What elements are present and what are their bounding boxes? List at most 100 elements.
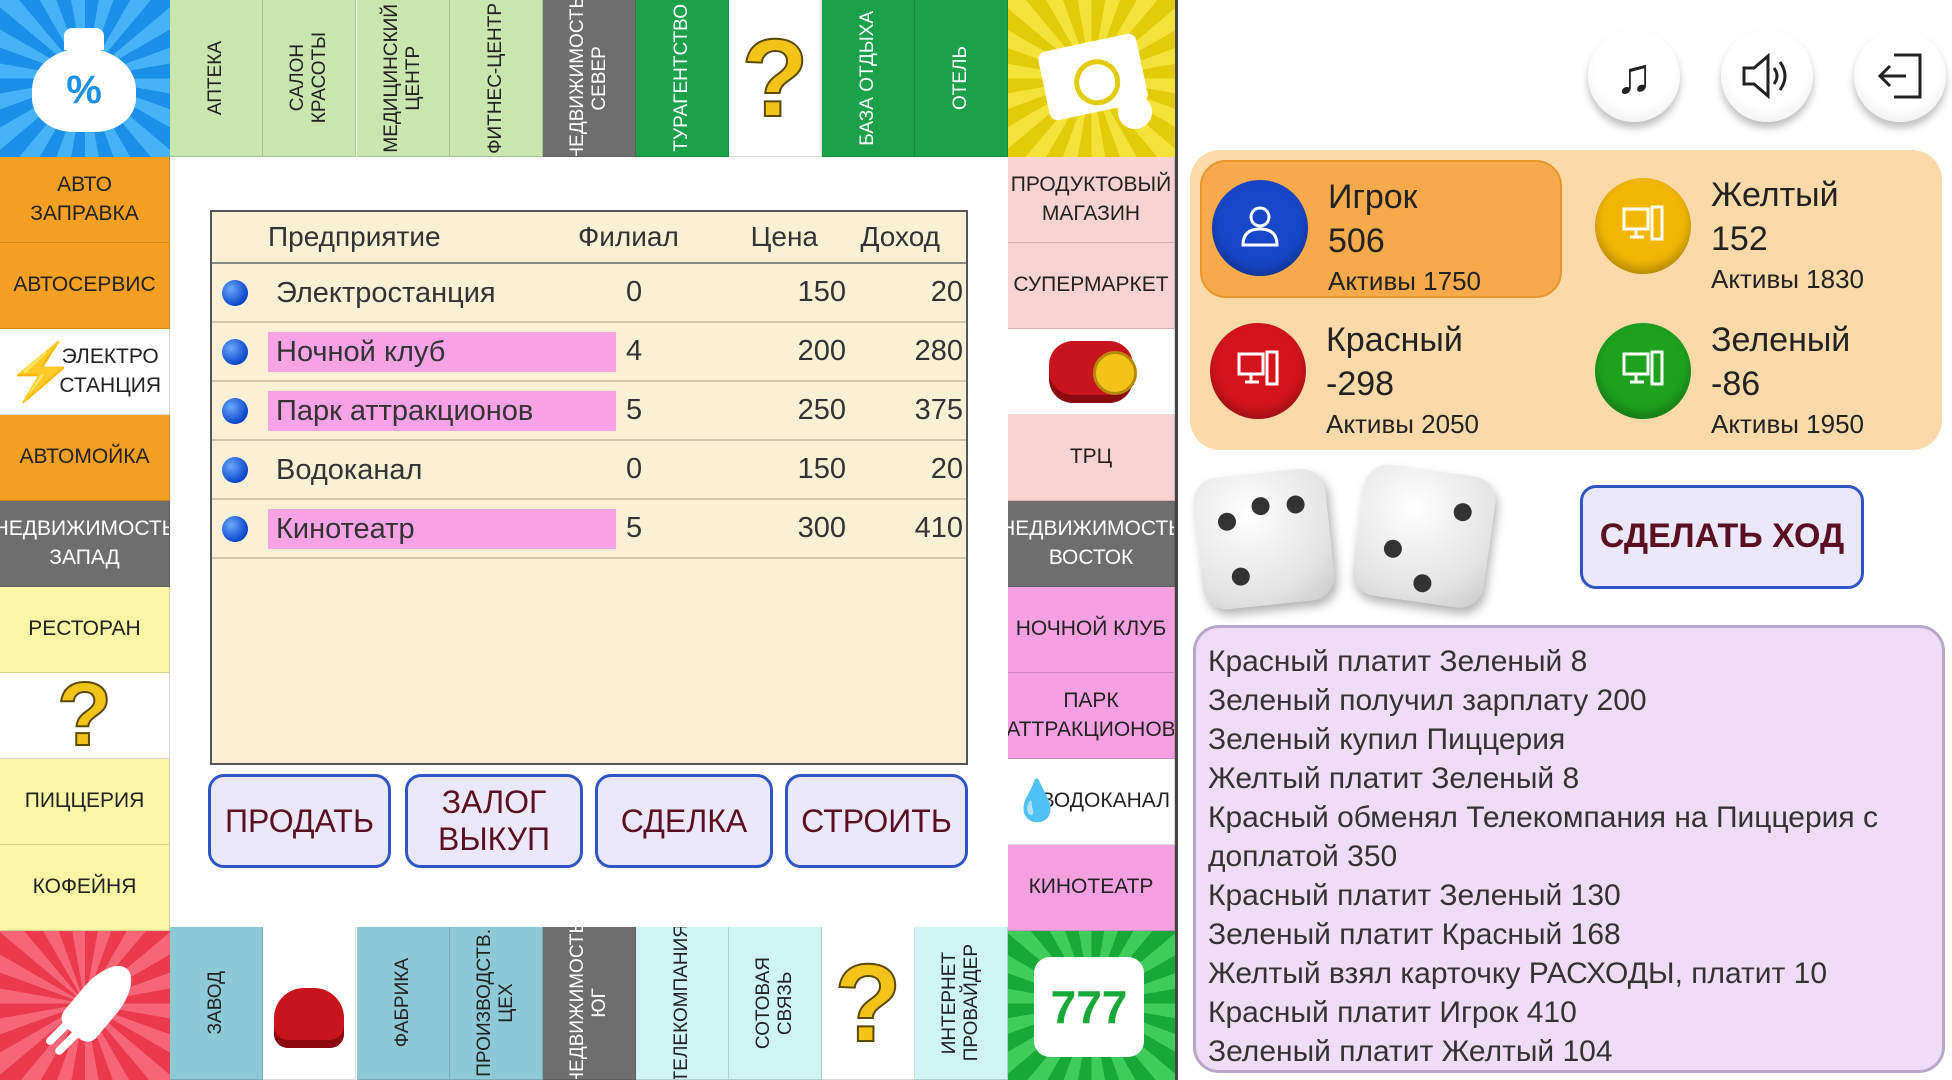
sell-button[interactable]: ПРОДАТЬ [208, 774, 391, 868]
branch-count: 4 [626, 335, 643, 367]
player-card[interactable]: Красный -298 Активы 2050 [1200, 305, 1560, 439]
table-row[interactable]: Кинотеатр 5 300 410 [212, 500, 966, 559]
board-cell-right-4[interactable]: НЕДВИЖИМОСТЬ ВОСТОК [1008, 501, 1175, 587]
board-cell-right-4-label: НЕДВИЖИМОСТЬ ВОСТОК [1008, 517, 1175, 569]
board-cell-right-5-label: НОЧНОЙ КЛУБ [1015, 617, 1167, 641]
board-cell-bottom-4-label: НЕДВИЖИМОСТЬ ЮГ [567, 927, 610, 1080]
log-entry: Красный платит Зеленый 8 [1208, 645, 1588, 678]
price-value: 150 [797, 453, 846, 485]
board-cell-left-1[interactable]: АВТОСЕРВИС [0, 243, 170, 329]
board-cell-left-7[interactable]: ПИЦЦЕРИЯ [0, 759, 170, 845]
price-value: 200 [797, 335, 846, 367]
wallet-icon [274, 988, 344, 1048]
make-move-button[interactable]: СДЕЛАТЬ ХОД [1580, 485, 1864, 589]
board-cell-top-0[interactable]: АПТЕКА [170, 0, 263, 157]
board-cell-bottom-5[interactable]: ТЕЛЕКОМПАНИЯ [636, 927, 729, 1080]
game-log[interactable]: Красный платит Зеленый 8 Зеленый получил … [1193, 625, 1945, 1073]
board-cell-bottom-2[interactable]: ФАБРИКА [357, 927, 450, 1080]
board-cell-left-5[interactable]: РЕСТОРАН [0, 587, 170, 673]
board-cell-right-5[interactable]: НОЧНОЙ КЛУБ [1008, 587, 1175, 673]
die-2 [1349, 461, 1499, 611]
board-cell-top-0-label: АПТЕКА [205, 40, 227, 116]
board-cell-top-4[interactable]: НЕДВИЖИМОСТЬ СЕВЕР [543, 0, 636, 157]
computer-icon [1620, 201, 1666, 252]
log-entry: Зеленый платит Красный 168 [1208, 918, 1621, 951]
deal-button[interactable]: СДЕЛКА [595, 774, 773, 868]
player-money: -298 [1326, 365, 1395, 403]
player-name: Игрок [1328, 178, 1418, 216]
mortgage-button[interactable]: ЗАЛОГ ВЫКУП [405, 774, 583, 868]
board-cell-top-7[interactable]: БАЗА ОТДЫХА [822, 0, 915, 157]
board-cell-bottom-0[interactable]: ЗАВОД [170, 927, 263, 1080]
table-row[interactable]: Парк аттракционов 5 250 375 [212, 382, 966, 441]
chance-question-icon: ? [740, 16, 809, 141]
business-name: Водоканал [276, 453, 423, 486]
board-cell-top-7-label: БАЗА ОТДЫХА [857, 10, 879, 146]
player-money: 506 [1328, 222, 1385, 260]
board-cell-left-4[interactable]: НЕДВИЖИМОСТЬ ЗАПАД [0, 501, 170, 587]
branch-count: 0 [626, 453, 643, 485]
player-card[interactable]: Зеленый -86 Активы 1950 [1585, 305, 1945, 439]
header-branch: Филиал [578, 221, 679, 252]
board-cell-left-8[interactable]: КОФЕЙНЯ [0, 845, 170, 931]
board-cell-top-2-label: МЕДИЦИНСКИЙ ЦЕНТР [381, 3, 424, 153]
water-drop-icon: 💧 [1012, 779, 1062, 823]
log-entry: Желтый взял карточку РАСХОДЫ, платит 10 [1208, 957, 1827, 990]
board-cell-bottom-5-label: ТЕЛЕКОМПАНИЯ [671, 927, 693, 1080]
board-cell-top-3[interactable]: ФИТНЕС-ЦЕНТР [450, 0, 543, 157]
log-entry: Зеленый получил зарплату 200 [1208, 684, 1647, 717]
board-cell-left-6[interactable]: ? [0, 673, 170, 759]
chance-question-icon: ? [56, 673, 113, 759]
player-assets: Активы 1830 [1711, 264, 1865, 294]
slot-777-icon: 777 [1034, 957, 1144, 1057]
business-name: Парк аттракционов [268, 390, 616, 431]
board-cell-top-2[interactable]: МЕДИЦИНСКИЙ ЦЕНТР [357, 0, 450, 157]
board-cell-right-1[interactable]: СУПЕРМАРКЕТ [1008, 243, 1175, 329]
price-value: 300 [797, 512, 846, 544]
table-row[interactable]: Водоканал 0 150 20 [212, 441, 966, 500]
board-cell-bottom-1[interactable] [263, 927, 356, 1080]
lightning-icon: ⚡ [6, 340, 76, 403]
board-cell-bottom-8[interactable]: ИНТЕРНЕТ ПРОВАЙДЕР [915, 927, 1008, 1080]
board-cell-top-5[interactable]: ТУРАГЕНТСТВО [636, 0, 729, 157]
build-button[interactable]: СТРОИТЬ [785, 774, 968, 868]
wallet-icon [1049, 340, 1137, 403]
board-cell-right-7[interactable]: ВОДОКАНАЛ 💧 [1008, 759, 1175, 845]
board-cell-right-3[interactable]: ТРЦ [1008, 415, 1175, 501]
table-row[interactable]: Ночной клуб 4 200 280 [212, 323, 966, 382]
music-button[interactable]: ♫ [1588, 30, 1680, 122]
board-cell-left-5-label: РЕСТОРАН [28, 617, 141, 641]
table-row[interactable]: Электростанция 0 150 20 [212, 264, 966, 323]
board-cell-top-8[interactable]: ОТЕЛЬ [915, 0, 1008, 157]
business-name: Электростанция [276, 276, 496, 309]
log-entry: Красный платит Зеленый 130 [1208, 879, 1621, 912]
sound-button[interactable] [1721, 30, 1813, 122]
exit-button[interactable] [1854, 30, 1946, 122]
slot-777-text: 777 [1050, 981, 1128, 1033]
board-cell-right-8[interactable]: КИНОТЕАТР [1008, 845, 1175, 931]
corner-casino: 777 [1008, 927, 1175, 1080]
board-cell-left-7-label: ПИЦЦЕРИЯ [24, 789, 145, 813]
board-cell-top-6[interactable]: ? [729, 0, 822, 157]
board-cell-left-0[interactable]: АВТО ЗАПРАВКА [0, 157, 170, 243]
board-cell-bottom-3[interactable]: ПРОИЗВОДСТВ. ЦЕХ [450, 927, 543, 1080]
board-cell-right-6[interactable]: ПАРК АТТРАКЦИОНОВ [1008, 673, 1175, 759]
board-cell-right-0[interactable]: ПРОДУКТОВЫЙ МАГАЗИН [1008, 157, 1175, 243]
board-cell-bottom-6[interactable]: СОТОВАЯ СВЯЗЬ [729, 927, 822, 1080]
board-cell-bottom-7[interactable]: ? [822, 927, 915, 1080]
player-card[interactable]: Игрок 506 Активы 1750 [1200, 160, 1562, 298]
corner-money [1008, 0, 1175, 157]
player-assets: Активы 1750 [1328, 266, 1482, 296]
board-cell-right-2[interactable] [1008, 329, 1175, 415]
player-card[interactable]: Желтый 152 Активы 1830 [1585, 160, 1945, 294]
corner-tax: % [0, 0, 170, 157]
business-name: Кинотеатр [268, 508, 616, 549]
board-cell-left-3-label: АВТОМОЙКА [19, 445, 150, 469]
board-cell-bottom-4[interactable]: НЕДВИЖИМОСТЬ ЮГ [543, 927, 636, 1080]
board-cell-left-2[interactable]: ЭЛЕКТРО СТАНЦИЯ ⚡ [0, 329, 170, 415]
table-header: Предприятие Филиал Цена Доход [212, 212, 966, 264]
money-bag-icon: % [32, 28, 136, 132]
board-cell-left-3[interactable]: АВТОМОЙКА [0, 415, 170, 501]
board-cell-top-1[interactable]: САЛОН КРАСОТЫ [263, 0, 356, 157]
branch-count: 5 [626, 512, 643, 544]
